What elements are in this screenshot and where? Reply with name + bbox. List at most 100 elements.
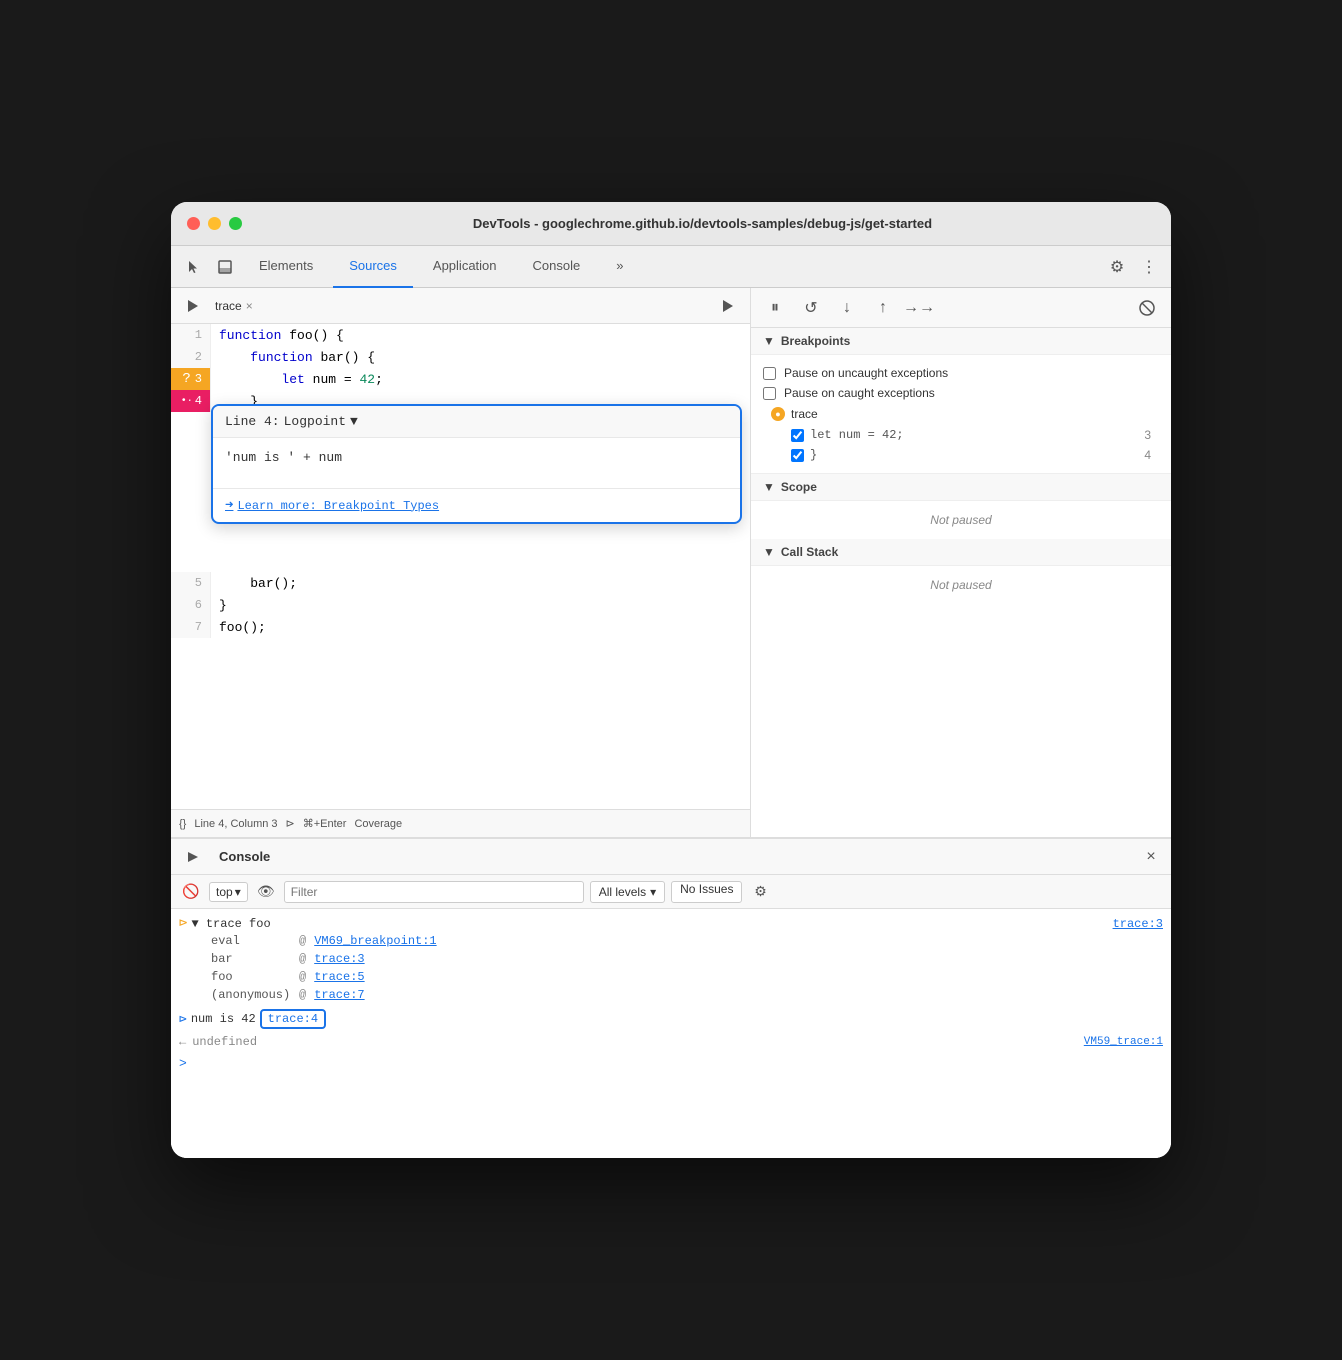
cursor-icon[interactable] — [179, 253, 207, 281]
scope-title: Scope — [781, 480, 817, 494]
trace-header-link[interactable]: trace:3 — [1113, 917, 1163, 931]
trace-item-foo: foo @ trace:5 — [179, 968, 1163, 986]
console-prompt[interactable]: > — [171, 1052, 1171, 1075]
undefined-link[interactable]: VM59_trace:1 — [1084, 1036, 1163, 1048]
trace-fn-eval: eval — [211, 934, 291, 948]
step-button[interactable]: →→ — [907, 296, 931, 320]
pause-uncaught-checkbox[interactable] — [763, 367, 776, 380]
file-tab[interactable]: trace × — [207, 297, 261, 315]
file-tab-close[interactable]: × — [246, 299, 253, 313]
line-number-4[interactable]: •·4 — [171, 390, 211, 412]
code-line-7: 7 foo(); — [171, 616, 750, 638]
more-options-icon[interactable]: ⋮ — [1135, 253, 1163, 281]
console-open-icon[interactable] — [179, 843, 207, 871]
trace-item-bar: bar @ trace:3 — [179, 950, 1163, 968]
scope-chevron: ▼ — [763, 480, 775, 494]
pause-button[interactable]: ⏸ — [763, 296, 787, 320]
trace-fn-bar: bar — [211, 952, 291, 966]
run-icon[interactable]: ⊳ — [286, 817, 295, 830]
deactivate-breakpoints-icon[interactable] — [1135, 296, 1159, 320]
logpoint-type-select[interactable]: Logpoint ▼ — [284, 414, 358, 429]
bp-item-1-code: let num = 42; — [810, 428, 1138, 442]
logpoint-footer: ➜ Learn more: Breakpoint Types — [213, 488, 740, 522]
tab-elements[interactable]: Elements — [243, 246, 329, 288]
breakpoints-title: Breakpoints — [781, 334, 850, 348]
line-content-6[interactable]: } — [211, 594, 750, 616]
trace-link-foo[interactable]: trace:5 — [314, 970, 364, 984]
step-into-button[interactable]: ↓ — [835, 296, 859, 320]
console-settings-icon[interactable]: ⚙ — [748, 880, 772, 904]
trace-header[interactable]: ⊳ ▼ trace foo trace:3 — [179, 915, 1163, 932]
bp-item-2-checkbox[interactable] — [791, 449, 804, 462]
dock-icon[interactable] — [211, 253, 239, 281]
close-button[interactable] — [187, 217, 200, 230]
trace-link-eval[interactable]: VM69_breakpoint:1 — [314, 934, 436, 948]
tab-more[interactable]: » — [600, 246, 639, 288]
callstack-chevron: ▼ — [763, 545, 775, 559]
no-issues-button[interactable]: No Issues — [671, 881, 742, 903]
code-area: 1 function foo() { 2 function bar() { — [171, 324, 750, 809]
scope-section-header[interactable]: ▼ Scope — [751, 474, 1171, 501]
line-number-6: 6 — [171, 594, 211, 616]
step-out-button[interactable]: ↑ — [871, 296, 895, 320]
undefined-prefix: ← — [179, 1035, 186, 1049]
line-content-2[interactable]: function bar() { — [211, 346, 750, 368]
pause-caught-row: Pause on caught exceptions — [763, 383, 1159, 403]
callstack-not-paused: Not paused — [751, 566, 1171, 604]
step-over-button[interactable]: ↺ — [799, 296, 823, 320]
format-icon[interactable] — [714, 292, 742, 320]
minimize-button[interactable] — [208, 217, 221, 230]
tab-console[interactable]: Console — [517, 246, 597, 288]
pause-uncaught-row: Pause on uncaught exceptions — [763, 363, 1159, 383]
console-eye-icon[interactable]: 👁 — [254, 880, 278, 904]
context-selector[interactable]: top ▾ — [209, 882, 248, 902]
line-content-3[interactable]: let num = 42; — [211, 368, 750, 390]
bp-item-1-checkbox[interactable] — [791, 429, 804, 442]
console-close-button[interactable]: × — [1139, 845, 1163, 869]
bp-circle-icon: ● — [771, 407, 785, 421]
line-number-7: 7 — [171, 616, 211, 638]
trace-at-1: @ — [299, 952, 306, 966]
settings-icon[interactable]: ⚙ — [1103, 253, 1131, 281]
keyword-function: function — [219, 328, 281, 343]
bp-item-1: let num = 42; 3 — [763, 425, 1159, 445]
console-title: Console — [219, 849, 270, 864]
bp-file-name[interactable]: trace — [791, 407, 818, 421]
tab-application[interactable]: Application — [417, 246, 513, 288]
log-levels-label: All levels — [599, 885, 646, 899]
code-line-3: ?3 let num = 42; — [171, 368, 750, 390]
coverage-label[interactable]: Coverage — [354, 818, 402, 830]
trace-link-anon[interactable]: trace:7 — [314, 988, 364, 1002]
code-line-5: 5 bar(); — [171, 572, 750, 594]
callstack-section-header[interactable]: ▼ Call Stack — [751, 539, 1171, 566]
logpoint-input[interactable]: 'num is ' + num — [213, 438, 740, 488]
learn-more-link[interactable]: ➜ Learn more: Breakpoint Types — [225, 497, 728, 514]
breakpoints-section-header[interactable]: ▼ Breakpoints — [751, 328, 1171, 355]
maximize-button[interactable] — [229, 217, 242, 230]
code-lines: 1 function foo() { 2 function bar() { — [171, 324, 750, 638]
line-content-5[interactable]: bar(); — [211, 572, 750, 594]
console-filter-input[interactable] — [284, 881, 584, 903]
line-content-7[interactable]: foo(); — [211, 616, 750, 638]
trace-result-link[interactable]: trace:4 — [260, 1009, 326, 1029]
braces-icon[interactable]: {} — [179, 818, 186, 830]
console-clear-icon[interactable]: 🚫 — [179, 880, 203, 904]
pause-caught-checkbox[interactable] — [763, 387, 776, 400]
bp-item-2: } 4 — [763, 445, 1159, 465]
log-levels-button[interactable]: All levels ▾ — [590, 881, 665, 903]
open-file-icon[interactable] — [179, 292, 207, 320]
trace-link-bar[interactable]: trace:3 — [314, 952, 364, 966]
bp-item-1-line: 3 — [1144, 428, 1151, 442]
debugger-toolbar: ⏸ ↺ ↓ ↑ →→ — [751, 288, 1171, 328]
line-position: Line 4, Column 3 — [194, 818, 277, 830]
trace-at-3: @ — [299, 988, 306, 1002]
bp-item-2-line: 4 — [1144, 448, 1151, 462]
titlebar: DevTools - googlechrome.github.io/devtoo… — [171, 202, 1171, 246]
line-content-1[interactable]: function foo() { — [211, 324, 750, 346]
line-number-3[interactable]: ?3 — [171, 368, 211, 390]
tab-sources[interactable]: Sources — [333, 246, 413, 288]
debugger-sections: ▼ Breakpoints Pause on uncaught exceptio… — [751, 328, 1171, 837]
learn-more-label: Learn more: Breakpoint Types — [237, 499, 439, 513]
breakpoints-content: Pause on uncaught exceptions Pause on ca… — [751, 355, 1171, 474]
trace-title: ▼ trace foo — [191, 917, 270, 931]
